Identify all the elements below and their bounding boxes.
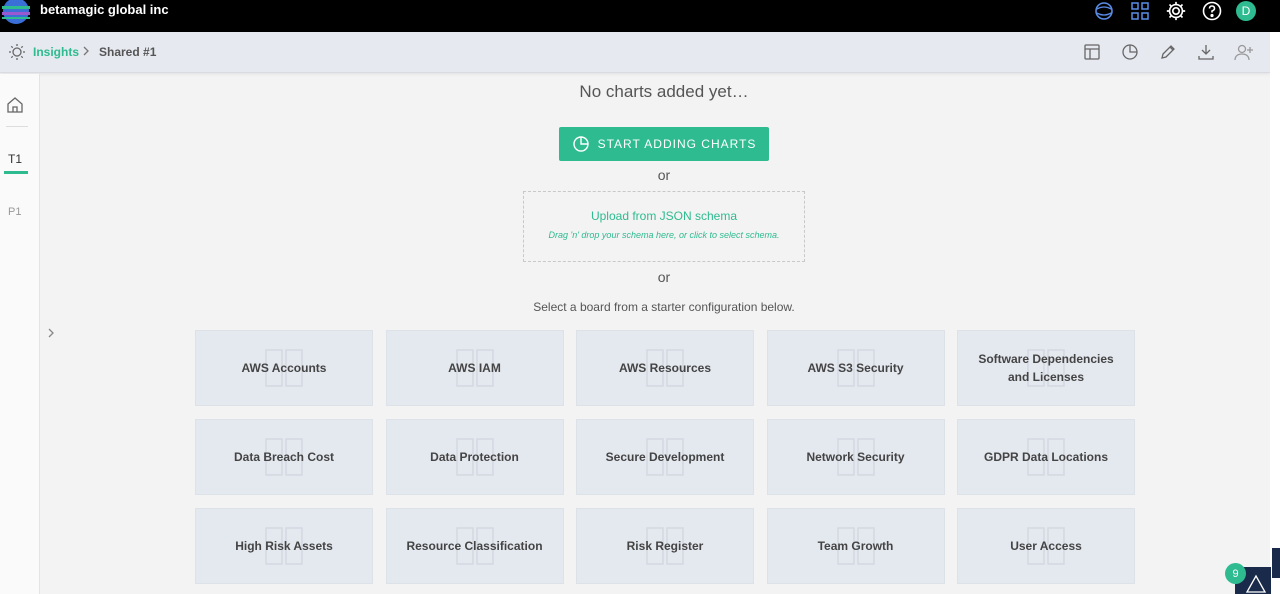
- help-icon[interactable]: [1200, 0, 1224, 22]
- left-rail: T1 P1: [0, 74, 40, 594]
- start-adding-charts-label: START ADDING CHARTS: [597, 137, 757, 151]
- board-label: Resource Classification: [406, 539, 543, 553]
- board-label: Software Dependencies and Licenses: [978, 352, 1114, 384]
- layout-icon[interactable]: [1082, 42, 1102, 62]
- tab-t1[interactable]: T1: [8, 152, 22, 166]
- upload-subtitle: Drag 'n' drop your schema here, or click…: [548, 230, 780, 240]
- share-add-user-icon[interactable]: [1234, 42, 1254, 62]
- user-avatar[interactable]: D: [1236, 1, 1256, 21]
- start-adding-charts-button[interactable]: START ADDING CHARTS: [559, 127, 769, 161]
- chevron-right-icon: [83, 46, 89, 56]
- json-schema-dropzone[interactable]: Upload from JSON schema Drag 'n' drop yo…: [523, 191, 805, 262]
- edit-pencil-icon[interactable]: [1158, 42, 1178, 62]
- upload-title: Upload from JSON schema: [590, 209, 738, 223]
- board-card[interactable]: AWS Resources: [576, 330, 754, 406]
- board-card[interactable]: Resource Classification: [385, 508, 564, 584]
- tab-p1[interactable]: P1: [8, 206, 21, 218]
- board-label: Team Growth: [817, 539, 894, 553]
- board-label: Data Breach Cost: [233, 450, 335, 464]
- board-card[interactable]: GDPR Data Locations: [957, 419, 1135, 495]
- board-card[interactable]: Risk Register: [576, 508, 754, 584]
- settings-gear-icon[interactable]: [1164, 0, 1188, 22]
- board-card[interactable]: Network Security: [766, 419, 945, 495]
- starter-board-grid: AWS Accounts AWS IAM AWS Resources AWS S…: [195, 330, 1135, 584]
- board-label: Network Security: [806, 450, 905, 464]
- org-name: betamagic global inc: [40, 2, 169, 17]
- download-icon[interactable]: [1196, 42, 1216, 62]
- board-label: Risk Register: [626, 539, 704, 553]
- or-divider-1: or: [657, 167, 671, 183]
- board-label: GDPR Data Locations: [983, 450, 1109, 464]
- empty-state-message: No charts added yet…: [579, 82, 749, 101]
- board-card[interactable]: AWS IAM: [385, 330, 564, 406]
- board-card[interactable]: Team Growth: [766, 508, 945, 584]
- notification-count-badge: 9: [1225, 563, 1246, 584]
- board-card[interactable]: Data Protection: [385, 419, 564, 495]
- board-label: High Risk Assets: [235, 539, 333, 553]
- board-label: AWS S3 Security: [807, 361, 904, 375]
- board-card[interactable]: User Access: [957, 508, 1135, 584]
- board-label: AWS Accounts: [241, 361, 327, 375]
- board-label: User Access: [1010, 539, 1082, 553]
- pie-chart-icon: [572, 136, 589, 152]
- globe-icon[interactable]: [1092, 0, 1116, 22]
- add-chart-pie-icon[interactable]: [1120, 42, 1140, 62]
- board-label: AWS Resources: [618, 361, 712, 375]
- board-label: Secure Development: [605, 450, 725, 464]
- starter-config-message: Select a board from a starter configurat…: [533, 300, 795, 314]
- expand-panel-chevron-icon[interactable]: [46, 326, 56, 340]
- or-divider-2: or: [657, 269, 671, 285]
- board-card[interactable]: AWS Accounts: [195, 330, 373, 406]
- insights-bulb-icon: [9, 44, 25, 60]
- breadcrumb-bar: Insights Shared #1: [0, 32, 1270, 73]
- rail-divider: [6, 126, 28, 127]
- board-label: AWS IAM: [448, 361, 501, 375]
- board-card[interactable]: High Risk Assets: [195, 508, 373, 584]
- right-edge-strip: [1272, 548, 1280, 578]
- apps-grid-icon[interactable]: [1128, 0, 1152, 22]
- top-bar: betamagic global inc D: [0, 0, 1280, 32]
- board-card[interactable]: Secure Development: [576, 419, 754, 495]
- board-card[interactable]: AWS S3 Security: [766, 330, 945, 406]
- board-card[interactable]: Software Dependencies and Licenses: [957, 330, 1135, 406]
- board-label: Data Protection: [430, 450, 519, 464]
- breadcrumb-current: Shared #1: [99, 45, 157, 59]
- company-logo[interactable]: [2, 0, 30, 25]
- breadcrumb-insights-link[interactable]: Insights: [33, 45, 79, 59]
- board-card[interactable]: Data Breach Cost: [195, 419, 373, 495]
